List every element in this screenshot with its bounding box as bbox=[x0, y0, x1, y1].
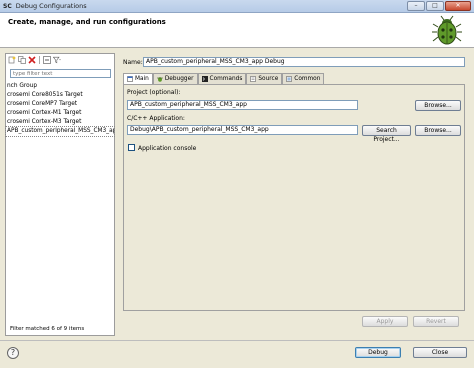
source-tab-icon bbox=[250, 76, 257, 82]
project-label: Project (optional): bbox=[127, 89, 181, 96]
name-label: Name: bbox=[123, 59, 143, 66]
name-field[interactable]: APB_custom_peripheral_MSS_CM3_app Debug bbox=[143, 57, 465, 67]
dialog-header: Create, manage, and run configurations bbox=[0, 13, 474, 48]
tree-item-cortex-m1-target[interactable]: crosemi Cortex-M1 Target bbox=[6, 109, 114, 118]
new-config-icon[interactable] bbox=[8, 56, 16, 64]
browse-application-button[interactable]: Browse... bbox=[415, 125, 461, 136]
tab-commands-label: Commands bbox=[209, 76, 243, 82]
maximize-button[interactable]: □ bbox=[426, 1, 444, 11]
tree-item-core8051s-target[interactable]: crosemi Core8051s Target bbox=[6, 91, 114, 100]
application-label: C/C++ Application: bbox=[127, 115, 185, 122]
tab-source-label: Source bbox=[258, 76, 279, 82]
main-tab-icon bbox=[127, 76, 133, 82]
window-controls: – □ ✕ bbox=[407, 1, 471, 11]
close-button[interactable]: Close bbox=[413, 347, 467, 358]
window-title: Debug Configurations bbox=[15, 2, 87, 10]
header-title: Create, manage, and run configurations bbox=[8, 18, 166, 26]
common-tab-icon bbox=[286, 76, 293, 82]
main-tab-panel: Project (optional): APB_custom_periphera… bbox=[123, 84, 465, 311]
tab-debugger[interactable]: Debugger bbox=[152, 73, 198, 84]
filter-icon[interactable] bbox=[53, 56, 61, 64]
dialog-button-bar: ? Debug Close bbox=[0, 340, 474, 368]
tab-common[interactable]: Common bbox=[282, 73, 325, 84]
duplicate-icon[interactable] bbox=[18, 56, 26, 64]
tab-main[interactable]: Main bbox=[123, 73, 153, 84]
config-tree-pane: nch Group crosemi Core8051s Target crose… bbox=[5, 53, 115, 336]
search-project-button[interactable]: Search Project... bbox=[362, 125, 411, 143]
toolbar-separator bbox=[39, 56, 40, 64]
filter-input[interactable] bbox=[10, 69, 111, 78]
tab-main-label: Main bbox=[135, 76, 149, 82]
tree-item-cortex-m3-target[interactable]: crosemi Cortex-M3 Target bbox=[6, 118, 114, 127]
application-console-checkbox[interactable] bbox=[128, 144, 135, 151]
close-window-button[interactable]: ✕ bbox=[445, 1, 471, 11]
tab-debugger-label: Debugger bbox=[164, 76, 194, 82]
commands-tab-icon bbox=[201, 76, 208, 82]
minimize-button[interactable]: – bbox=[407, 1, 425, 11]
delete-icon[interactable] bbox=[28, 56, 36, 64]
debug-button[interactable]: Debug bbox=[355, 347, 401, 358]
config-tabs: Main Debugger Commands Source Common bbox=[123, 73, 325, 84]
tree-item-coremp7-target[interactable]: crosemi CoreMP7 Target bbox=[6, 100, 114, 109]
bug-icon bbox=[432, 15, 462, 45]
project-field[interactable]: APB_custom_peripheral_MSS_CM3_app bbox=[127, 100, 358, 110]
browse-project-button[interactable]: Browse... bbox=[415, 100, 461, 111]
config-tree: nch Group crosemi Core8051s Target crose… bbox=[5, 82, 115, 137]
help-icon[interactable]: ? bbox=[7, 347, 19, 359]
filter-status: Filter matched 6 of 9 items bbox=[10, 326, 85, 332]
application-field[interactable]: Debug\APB_custom_peripheral_MSS_CM3_app bbox=[127, 125, 358, 135]
tab-common-label: Common bbox=[294, 76, 321, 82]
tab-source[interactable]: Source bbox=[246, 73, 283, 84]
collapse-all-icon[interactable] bbox=[43, 56, 51, 64]
tree-item-launch-group[interactable]: nch Group bbox=[6, 82, 114, 91]
tree-toolbar bbox=[6, 54, 114, 66]
application-console-label: Application console bbox=[138, 145, 197, 152]
config-editor-pane: Name: APB_custom_peripheral_MSS_CM3_app … bbox=[119, 53, 469, 336]
tab-commands[interactable]: Commands bbox=[197, 73, 247, 84]
debugger-tab-icon bbox=[156, 77, 163, 82]
title-bar: SC Debug Configurations – □ ✕ bbox=[0, 0, 474, 13]
tree-item-apb-custom-peripheral[interactable]: APB_custom_peripheral_MSS_CM3_ap bbox=[5, 126, 115, 137]
app-logo: SC bbox=[3, 2, 12, 10]
apply-button[interactable]: Apply bbox=[362, 316, 408, 327]
revert-button[interactable]: Revert bbox=[413, 316, 459, 327]
